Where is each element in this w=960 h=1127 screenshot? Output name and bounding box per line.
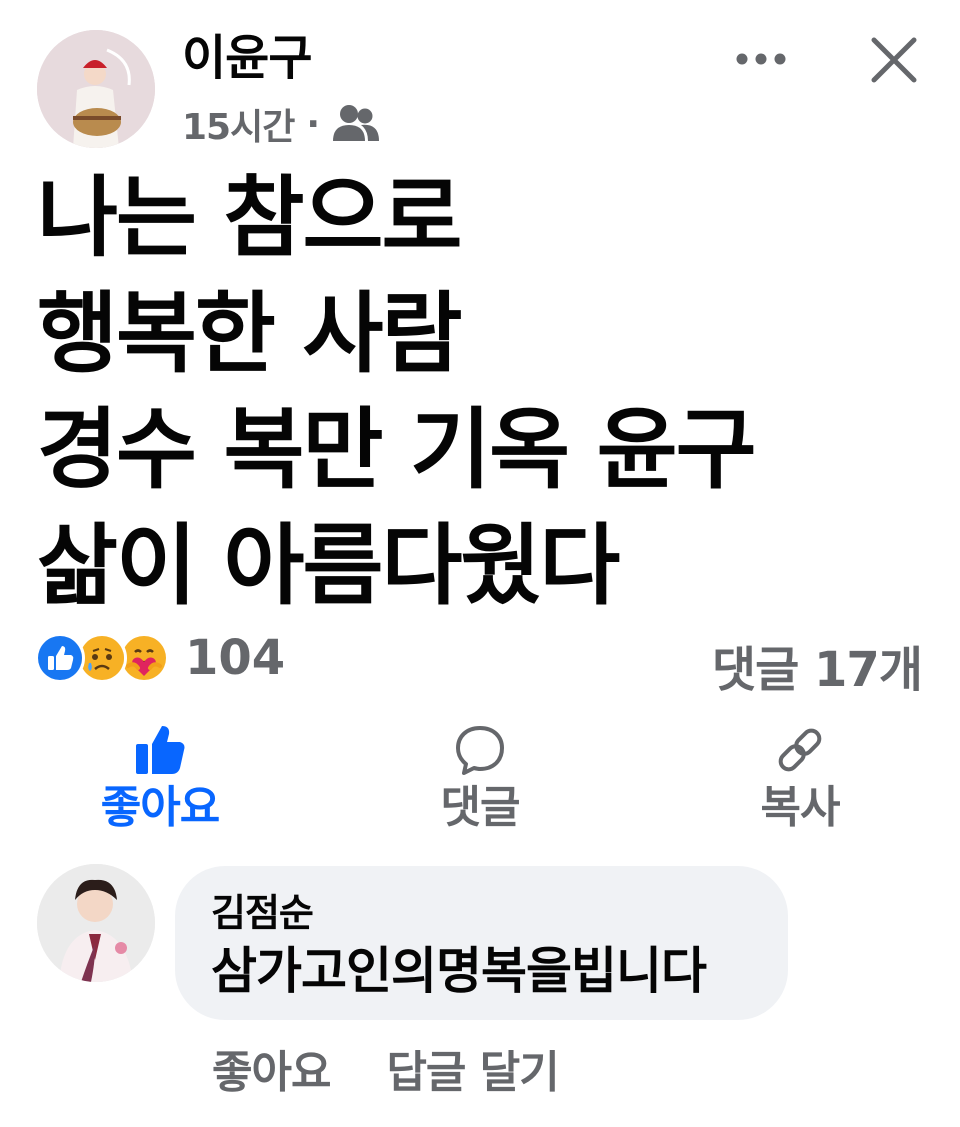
like-reaction-icon xyxy=(35,633,85,683)
comment-like-button[interactable]: 좋아요 xyxy=(212,1036,331,1100)
comment-author[interactable]: 김점순 xyxy=(211,890,752,936)
post-body: 나는 참으로 행복한 사람 경수 복만 기옥 윤구 삶이 아름다웠다 xyxy=(37,160,937,624)
meta-separator: · xyxy=(306,103,320,145)
reactions-summary[interactable]: 104 xyxy=(35,628,285,688)
comment-reply-button[interactable]: 답글 달기 xyxy=(386,1036,559,1100)
reaction-count[interactable]: 104 xyxy=(185,630,285,686)
comment-count[interactable]: 댓글 17개 xyxy=(712,630,923,700)
comment-label: 댓글 xyxy=(440,782,521,833)
close-button[interactable] xyxy=(862,28,926,92)
post-time[interactable]: 15시간 xyxy=(182,98,295,150)
author-photo xyxy=(37,30,155,148)
more-icon xyxy=(736,53,786,65)
friends-icon[interactable] xyxy=(331,103,381,145)
close-icon xyxy=(871,37,917,83)
copy-link-button[interactable]: 복사 xyxy=(700,724,900,834)
post-line: 경수 복만 기옥 윤구 xyxy=(37,398,757,501)
author-name[interactable]: 이윤구 xyxy=(182,28,312,88)
post-page: 이윤구 15시간 · 나는 참으로 행복한 사람 경수 복만 기옥 윤구 삶이 … xyxy=(0,0,960,1127)
comment-actions: 좋아요 답글 달기 xyxy=(212,1036,560,1100)
like-label: 좋아요 xyxy=(100,782,220,833)
thumbs-up-icon xyxy=(136,726,185,774)
post-line: 삶이 아름다웠다 xyxy=(37,514,620,617)
comment-icon xyxy=(456,726,504,775)
copy-label: 복사 xyxy=(760,782,841,833)
commenter-photo xyxy=(37,864,155,982)
link-icon xyxy=(778,728,822,772)
post-line: 나는 참으로 xyxy=(37,166,462,269)
comment-text: 삼가고인의명복을빕니다 xyxy=(211,942,707,1000)
more-options-button[interactable] xyxy=(728,36,794,82)
comment-button[interactable]: 댓글 xyxy=(380,724,580,834)
author-avatar[interactable] xyxy=(37,30,155,148)
comment-bubble[interactable]: 김점순 삼가고인의명복을빕니다 xyxy=(175,866,788,1020)
post-meta: 15시간 · xyxy=(182,100,381,148)
like-button[interactable]: 좋아요 xyxy=(60,724,260,834)
post-line: 행복한 사람 xyxy=(37,282,462,385)
commenter-avatar[interactable] xyxy=(37,864,155,982)
